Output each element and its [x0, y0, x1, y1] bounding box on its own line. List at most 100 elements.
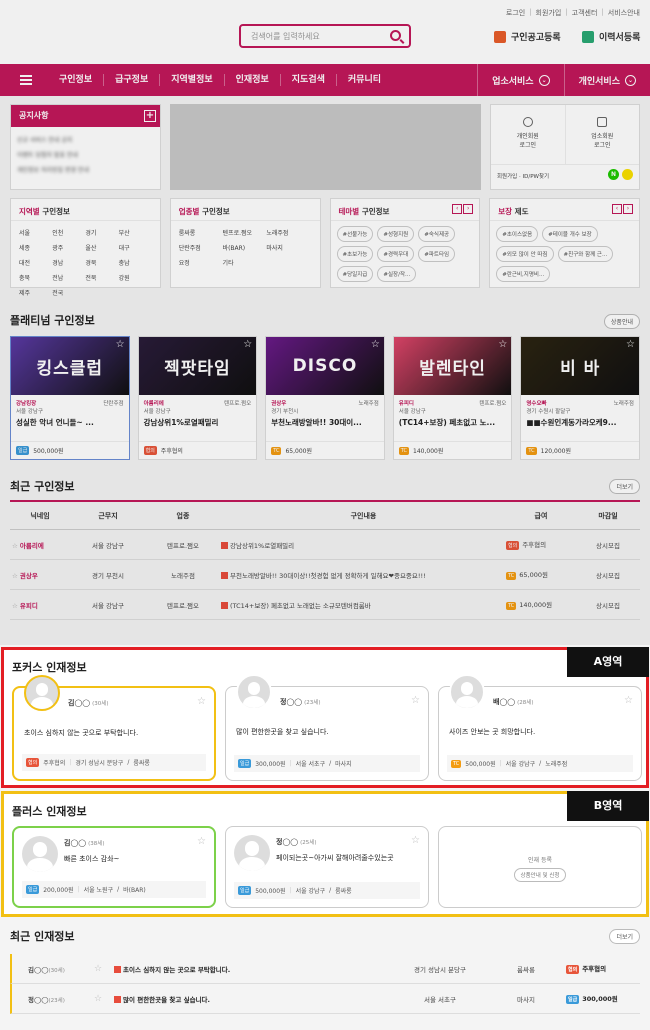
personal-service-menu[interactable]: 개인서비스 ⌄: [563, 64, 650, 96]
category-item[interactable]: 경북: [85, 256, 118, 271]
table-row[interactable]: ☆ 유피디 서울 강남구 텐프로.쩜오 (TC14+보장) 페초없고 노래없는 소규모…: [10, 590, 640, 620]
talent-card[interactable]: 김◯◯ (38세) ☆ 빠른 초이스 감솨~ 일급 200,000원 | 서울 노원구 / 바(B…: [12, 826, 216, 908]
category-tag[interactable]: #성형지원: [377, 226, 415, 242]
signup-link[interactable]: 회원가입: [536, 8, 562, 18]
talent-card[interactable]: 김◯◯ (30세) ☆ 초이스 심하지 않는 곳으로 부탁합니다. 협의 주후협의 | 경기 …: [12, 675, 216, 781]
category-tag[interactable]: #초보가능: [336, 246, 374, 262]
main-banner[interactable]: [170, 104, 481, 190]
star-icon[interactable]: ☆: [94, 994, 114, 1004]
category-item[interactable]: 제주: [19, 286, 52, 301]
signup-find-link[interactable]: 회원가입 · ID/PW찾기: [497, 174, 549, 180]
category-item[interactable]: 바(BAR): [223, 241, 267, 256]
star-icon[interactable]: ☆: [94, 964, 114, 974]
category-item[interactable]: 광주: [52, 241, 85, 256]
category-tag[interactable]: #숙식제공: [418, 226, 456, 242]
talent-card[interactable]: 배◯◯ (28세) ☆ 사이즈 안보는 곳 희망합니다. TC 500,000원 | 서울 강…: [438, 674, 642, 781]
search-icon[interactable]: [390, 30, 401, 41]
kakao-login-icon[interactable]: [622, 169, 633, 180]
category-tag[interactable]: #실장/작...: [377, 266, 417, 282]
category-item[interactable]: 강원: [119, 271, 152, 286]
category-item[interactable]: 단란주점: [179, 241, 223, 256]
platinum-more-button[interactable]: 상품안내: [603, 314, 640, 329]
category-item[interactable]: 충남: [119, 256, 152, 271]
talent-card[interactable]: 정◯◯ (25세) ☆ 페이되는곳~아가씨 잘해아려줄수있는곳 일급 500,000원 | 서…: [225, 826, 429, 908]
star-icon[interactable]: ☆: [197, 696, 206, 707]
resume-register-button[interactable]: 이력서등록: [582, 30, 640, 43]
nav-item-map[interactable]: 지도검색: [281, 74, 337, 86]
category-item[interactable]: 기타: [223, 256, 267, 271]
category-item[interactable]: 경기: [85, 226, 118, 241]
category-item[interactable]: 마사지: [266, 241, 310, 256]
star-icon[interactable]: ☆: [12, 572, 20, 580]
category-item[interactable]: 서울: [19, 226, 52, 241]
star-icon[interactable]: ☆: [626, 339, 635, 350]
category-tag[interactable]: #선불가능: [336, 226, 374, 242]
category-item[interactable]: 전남: [52, 271, 85, 286]
category-item[interactable]: 대구: [119, 241, 152, 256]
category-tag[interactable]: #당일지급: [336, 266, 374, 282]
talent-register-slot[interactable]: 인재 등록 상품안내 및 신청: [438, 826, 642, 908]
category-item[interactable]: 인천: [52, 226, 85, 241]
category-item[interactable]: 텐프로.쩜오: [223, 226, 267, 241]
category-item[interactable]: 룸싸롱: [179, 226, 223, 241]
login-link[interactable]: 로그인: [506, 8, 525, 18]
category-item[interactable]: 전국: [52, 286, 85, 301]
product-apply-button[interactable]: 상품안내 및 신청: [513, 868, 567, 882]
star-icon[interactable]: ☆: [371, 339, 380, 350]
star-icon[interactable]: ☆: [624, 695, 633, 706]
category-tag[interactable]: #테이블 개수 보장: [542, 226, 598, 242]
job-post-button[interactable]: 구인공고등록: [494, 30, 561, 43]
next-arrow-icon[interactable]: ›: [463, 204, 474, 214]
list-item[interactable]: 김◯◯(30세) ☆ 초이스 심하지 않는 곳으로 부탁합니다. 경기 성남시 분당구…: [10, 954, 640, 984]
category-tag[interactable]: #초이스없음: [496, 226, 539, 242]
recent-talent-more-button[interactable]: 더보기: [609, 929, 640, 944]
category-item[interactable]: 울산: [85, 241, 118, 256]
platinum-card[interactable]: 젝팟타임 ☆ 아름리에 서울 강남구 텐프로.쩜오 강남상위1%로열패밀리 협의 주후협의: [137, 336, 258, 460]
prev-arrow-icon[interactable]: ‹: [452, 204, 463, 214]
star-icon[interactable]: ☆: [411, 835, 420, 846]
content-cell[interactable]: (TC14+보장) 페초없고 노래없는 소규모텐버컴룸바: [218, 600, 506, 610]
nav-item-jobs[interactable]: 구인정보: [48, 74, 105, 86]
star-icon[interactable]: ☆: [498, 339, 507, 350]
category-tag[interactable]: #친구와 함께 근...: [557, 246, 614, 262]
menu-icon[interactable]: [20, 73, 32, 87]
platinum-card[interactable]: DISCO ☆ 권상우 경기 부천시 노래주점 부천노래방알바!! 30대이... TC 65…: [265, 336, 385, 460]
naver-login-icon[interactable]: N: [608, 169, 619, 180]
support-link[interactable]: 고객센터: [572, 8, 598, 18]
personal-login-button[interactable]: 개인회원 로그인: [491, 105, 566, 164]
prev-arrow-icon[interactable]: ‹: [612, 204, 622, 214]
plus-icon[interactable]: +: [144, 110, 156, 122]
category-tag[interactable]: #파트타임: [418, 246, 456, 262]
platinum-card[interactable]: 비 바 ☆ 영수오빠 경기 수원시 팔달구 노래주점 ■■수원인계동가라오케9... TC 1…: [520, 336, 640, 460]
category-item[interactable]: 세종: [19, 241, 52, 256]
category-item[interactable]: 전북: [85, 271, 118, 286]
star-icon[interactable]: ☆: [197, 836, 206, 847]
search-input[interactable]: 검색어를 입력하세요: [239, 24, 411, 48]
table-row[interactable]: ☆ 권상우 경기 부천시 노래주점 부천노래방알바!! 30대이상!!첫경험 없게 정…: [10, 560, 640, 590]
list-item[interactable]: 정◯◯(23세) ☆ 많이 편한한곳을 찾고 싶습니다. 서울 서초구 마사지 일급 300…: [10, 984, 640, 1014]
category-item[interactable]: 부산: [119, 226, 152, 241]
nav-item-urgent[interactable]: 급구정보: [104, 74, 161, 86]
business-login-button[interactable]: 업소회원 로그인: [566, 105, 640, 164]
category-item[interactable]: 경남: [52, 256, 85, 271]
recent-jobs-more-button[interactable]: 더보기: [609, 479, 640, 494]
star-icon[interactable]: ☆: [116, 339, 125, 350]
star-icon[interactable]: ☆: [411, 695, 420, 706]
nav-item-region[interactable]: 지역별정보: [160, 74, 225, 86]
talent-card[interactable]: 정◯◯ (23세) ☆ 많이 편한한곳을 찾고 싶습니다. 일급 300,000원 | 서울 …: [225, 674, 429, 781]
notice-item[interactable]: 신규 서비스 안내 공지: [17, 135, 154, 144]
star-icon[interactable]: ☆: [243, 339, 252, 350]
category-tag[interactable]: #경력우대: [377, 246, 415, 262]
star-icon[interactable]: ☆: [12, 542, 20, 550]
category-item[interactable]: 요정: [179, 256, 223, 271]
business-service-menu[interactable]: 업소서비스 ⌄: [477, 64, 563, 96]
notice-item[interactable]: 이벤트 당첨자 발표 안내: [17, 150, 154, 159]
category-tag[interactable]: #란근비,지명비...: [496, 266, 551, 282]
category-item[interactable]: 대전: [19, 256, 52, 271]
platinum-card[interactable]: 킹스클럽 ☆ 강남킹장 서울 강남구 단란주점 성실한 악녀 언니들~ ... 일급 500,…: [10, 336, 130, 460]
next-arrow-icon[interactable]: ›: [623, 204, 633, 214]
notice-item[interactable]: 개인정보 처리방침 변경 안내: [17, 165, 154, 174]
star-icon[interactable]: ☆: [12, 602, 20, 610]
nav-item-community[interactable]: 커뮤니티: [337, 74, 392, 86]
category-item[interactable]: 충북: [19, 271, 52, 286]
